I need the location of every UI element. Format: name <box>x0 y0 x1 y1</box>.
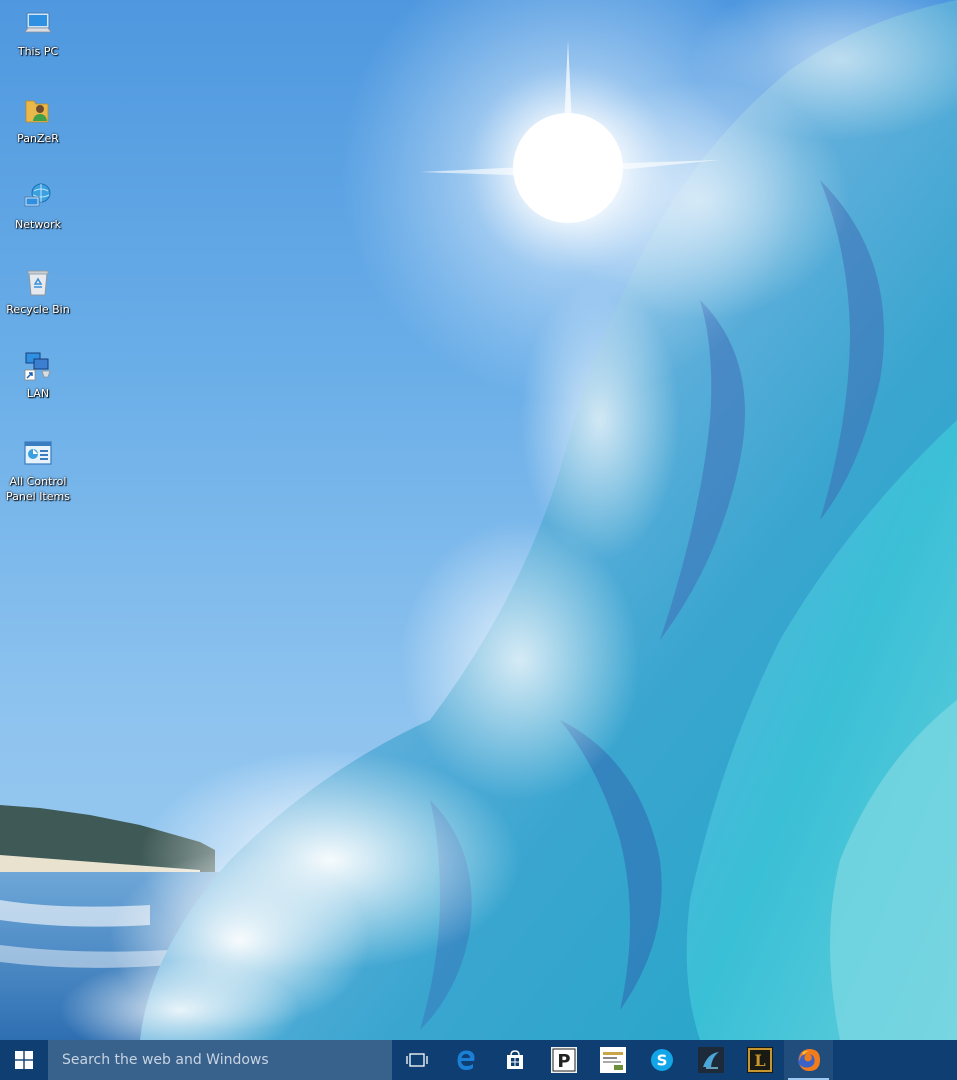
task-view-button[interactable] <box>392 1040 441 1080</box>
wallpaper-image <box>0 0 957 1040</box>
taskbar-app-thumbnail[interactable] <box>588 1040 637 1080</box>
desktop-icon-control-panel[interactable]: All Control Panel Items <box>0 438 76 504</box>
store-icon <box>506 1050 523 1069</box>
desktop-icon-label: Network <box>15 218 61 231</box>
desktop-icon-user-folder[interactable]: PanZeR <box>0 95 76 146</box>
search-box[interactable] <box>48 1040 392 1080</box>
start-button[interactable] <box>0 1040 48 1080</box>
desktop-icon-network[interactable]: Network <box>0 181 76 232</box>
taskbar-app-firefox[interactable] <box>784 1040 833 1080</box>
taskbar-app-skype[interactable]: S <box>637 1040 686 1080</box>
desktop-icon-label: All Control Panel Items <box>6 475 70 503</box>
control-panel-icon <box>24 441 52 465</box>
skype-icon: S <box>650 1049 673 1071</box>
desktop[interactable]: This PC PanZeR Network Recycle Bin LAN A… <box>0 0 957 1040</box>
firefox-icon <box>797 1049 820 1071</box>
edge-icon <box>457 1050 475 1070</box>
user-folder-icon <box>25 100 49 123</box>
taskbar-app-dark[interactable] <box>686 1040 735 1080</box>
desktop-icon-recycle-bin[interactable]: Recycle Bin <box>0 266 76 317</box>
taskbar-app-p[interactable]: P <box>539 1040 588 1080</box>
desktop-icon-lan[interactable]: LAN <box>0 350 76 401</box>
computer-icon <box>24 12 52 33</box>
network-shortcut-icon <box>24 352 51 381</box>
dark-app-icon <box>697 1047 724 1073</box>
desktop-icon-this-pc[interactable]: This PC <box>0 8 76 59</box>
network-icon <box>24 183 51 207</box>
desktop-icon-label: PanZeR <box>17 132 59 145</box>
p-app-letter: P <box>557 1051 570 1072</box>
p-app-icon: P <box>550 1047 577 1073</box>
skype-letter: S <box>656 1052 667 1070</box>
taskbar-app-store[interactable] <box>490 1040 539 1080</box>
taskbar: P S L <box>0 1040 957 1080</box>
recycle-bin-icon <box>27 270 49 296</box>
taskbar-app-edge[interactable] <box>441 1040 490 1080</box>
search-input[interactable] <box>60 1051 384 1069</box>
league-of-legends-icon: L <box>746 1047 773 1073</box>
taskbar-app-league[interactable]: L <box>735 1040 784 1080</box>
windows-logo-icon <box>15 1051 33 1069</box>
desktop-icon-label: LAN <box>26 387 50 400</box>
thumbnail-app-icon <box>599 1047 626 1073</box>
desktop-icon-label: This PC <box>17 45 59 58</box>
desktop-icon-label: Recycle Bin <box>6 303 70 316</box>
league-letter: L <box>754 1051 765 1070</box>
task-view-icon <box>405 1053 428 1067</box>
